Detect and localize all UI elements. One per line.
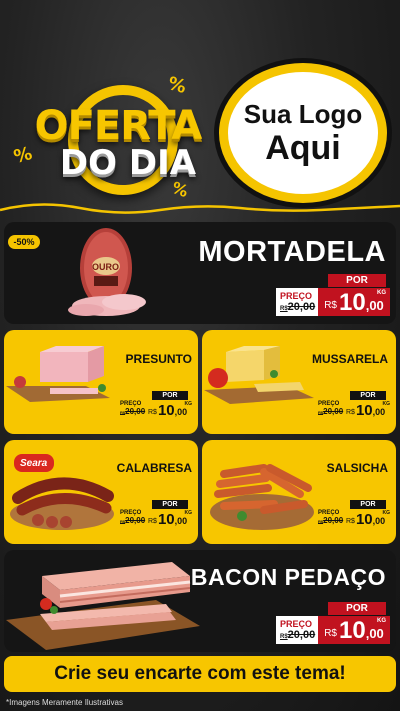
- store-logo-placeholder: Sua Logo Aqui: [219, 63, 387, 203]
- preco-label: PREÇO: [280, 291, 313, 301]
- mortadela-image: [68, 228, 146, 316]
- currency: R$: [346, 518, 355, 525]
- old-price: 20,00: [323, 516, 344, 525]
- bacon-price-tag: POR PREÇO R$20,00 R$ 10 ,00 KG: [276, 602, 390, 646]
- unit-label: KG: [377, 290, 386, 296]
- old-price: 20,00: [323, 407, 344, 416]
- old-currency: R$: [280, 634, 288, 640]
- currency: R$: [324, 628, 337, 639]
- product-title: CALABRESA: [116, 461, 192, 475]
- product-title: PRESUNTO: [125, 352, 192, 366]
- price-tag-presunto: POR PREÇO R$20,00 R$ 10 ,00 KG: [120, 391, 194, 421]
- presunto-image: [6, 346, 110, 402]
- header: % % % OFERTA DO DIA Sua Logo Aqui: [0, 0, 400, 215]
- unit-label: KG: [377, 618, 386, 624]
- price-integer: 10: [157, 511, 175, 528]
- old-price-box: PREÇO R$20,00: [318, 401, 346, 419]
- price-cents: ,00: [372, 516, 386, 526]
- bacon-image: [6, 562, 200, 650]
- product-title: SALSICHA: [326, 461, 388, 475]
- discount-badge: -50%: [8, 235, 40, 249]
- logo-line-2: Aqui: [265, 129, 341, 167]
- old-price-box: PREÇO R$20,00: [276, 288, 318, 316]
- old-price-box: PREÇO R$20,00: [120, 401, 148, 419]
- por-label: POR: [152, 500, 188, 509]
- unit-label: KG: [184, 401, 193, 407]
- currency: R$: [346, 409, 355, 416]
- old-price: 20,00: [287, 301, 316, 313]
- currency: R$: [148, 518, 157, 525]
- new-price-box: R$ 10 ,00 KG: [318, 616, 390, 644]
- por-label: POR: [152, 391, 188, 400]
- yellow-wave-divider: [0, 203, 400, 214]
- bacon-title: BACON PEDAÇO: [190, 564, 386, 590]
- por-label: POR: [328, 274, 386, 287]
- old-price-box: PREÇO R$20,00: [276, 616, 318, 644]
- price-integer: 10: [355, 511, 373, 528]
- price-tag-salsicha: POR PREÇO R$20,00 R$ 10 ,00 KG: [318, 500, 392, 530]
- price-integer: 10: [355, 402, 373, 419]
- featured-price-tag: POR PREÇO R$20,00 R$ 10 ,00 KG: [276, 274, 390, 318]
- price-integer: 10: [339, 289, 366, 316]
- unit-label: KG: [382, 510, 391, 516]
- unit-label: KG: [382, 401, 391, 407]
- currency: R$: [324, 300, 337, 311]
- currency: R$: [148, 409, 157, 416]
- old-price: 20,00: [287, 629, 316, 641]
- disclaimer: *Imagens Meramente Ilustrativas: [6, 698, 123, 707]
- old-currency: R$: [280, 306, 288, 312]
- seara-brand-label: Seara: [20, 458, 48, 469]
- logo-line-1: Sua Logo: [243, 99, 363, 129]
- oferta-do-dia-badge: OFERTA DO DIA: [28, 85, 208, 195]
- old-price: 20,00: [125, 407, 146, 416]
- salsicha-image: [210, 464, 314, 530]
- do-dia-title: DO DIA: [59, 143, 197, 183]
- price-cents: ,00: [365, 298, 384, 313]
- new-price-box: R$ 10 ,00 KG: [318, 288, 390, 316]
- por-label: POR: [350, 500, 386, 509]
- price-tag-mussarela: POR PREÇO R$20,00 R$ 10 ,00 KG: [318, 391, 392, 421]
- mussarela-image: [204, 346, 314, 404]
- price-cents: ,00: [174, 407, 188, 417]
- old-price-box: PREÇO R$20,00: [120, 510, 148, 528]
- unit-label: KG: [184, 510, 193, 516]
- preco-label: PREÇO: [280, 619, 313, 629]
- price-cents: ,00: [365, 626, 384, 641]
- price-cents: ,00: [174, 516, 188, 526]
- price-integer: 10: [157, 402, 175, 419]
- por-label: POR: [350, 391, 386, 400]
- price-cents: ,00: [372, 407, 386, 417]
- price-integer: 10: [339, 617, 366, 644]
- price-tag-calabresa: POR PREÇO R$20,00 R$ 10 ,00 KG: [120, 500, 194, 530]
- product-title: MUSSARELA: [311, 352, 388, 366]
- old-price: 20,00: [125, 516, 146, 525]
- create-flyer-banner[interactable]: Crie seu encarte com este tema!: [4, 656, 396, 692]
- por-label: POR: [328, 602, 386, 615]
- featured-product-title: MORTADELA: [198, 236, 386, 268]
- old-price-box: PREÇO R$20,00: [318, 510, 346, 528]
- mortadela-brand-label: OURO: [92, 262, 119, 272]
